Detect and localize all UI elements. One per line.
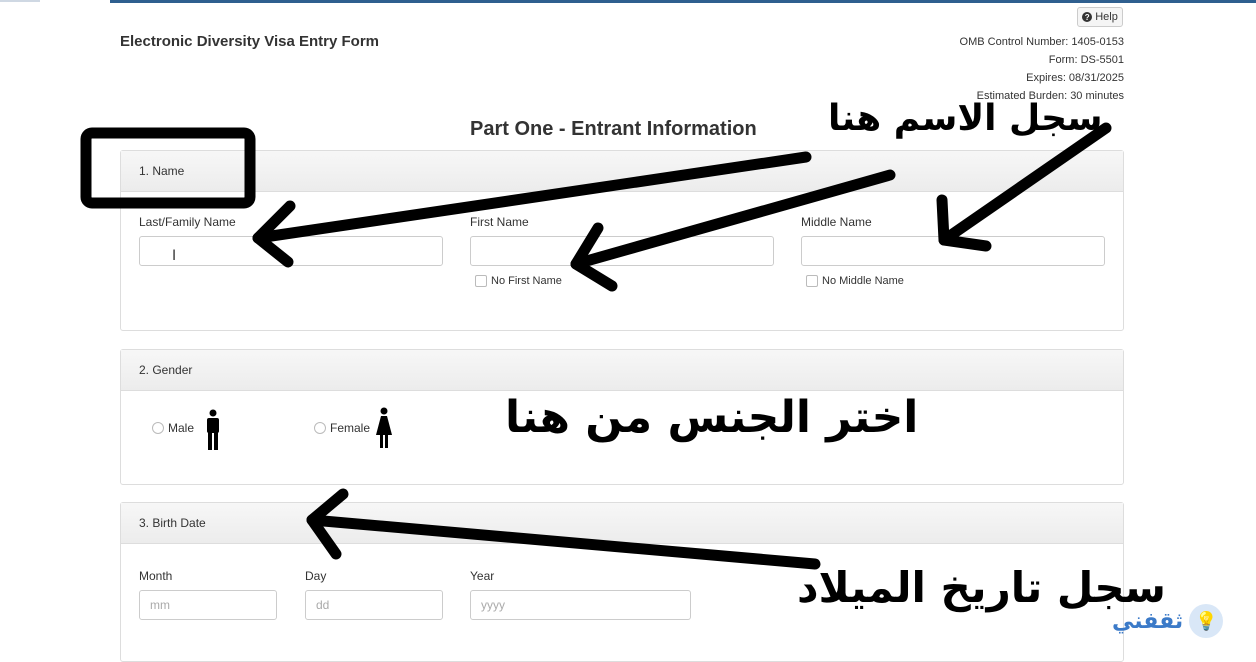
first-name-label: First Name — [470, 215, 529, 229]
male-label: Male — [168, 421, 195, 435]
birth-date-panel-heading: 3. Birth Date — [121, 503, 1123, 544]
year-label: Year — [470, 569, 495, 583]
first-name-input[interactable] — [470, 236, 774, 266]
text-cursor-icon: I — [172, 248, 177, 264]
no-first-name-label: No First Name — [491, 275, 562, 287]
watermark-logo: ثقفني 💡 — [1112, 604, 1224, 638]
year-input[interactable] — [470, 590, 691, 620]
top-accent-bar-left — [0, 0, 40, 2]
birth-date-annotation: سجل تاريخ الميلاد — [797, 563, 1166, 612]
month-input[interactable] — [139, 590, 277, 620]
name-panel-heading: 1. Name — [121, 151, 1123, 192]
watermark-text: ثقفني — [1112, 608, 1184, 634]
day-label: Day — [305, 569, 327, 583]
male-figure-icon — [207, 409, 219, 450]
question-circle-icon: ? — [1082, 12, 1093, 22]
help-button[interactable]: ? Help — [1077, 7, 1123, 27]
form-number: Form: DS-5501 — [1048, 54, 1124, 66]
last-name-input[interactable] — [139, 236, 443, 266]
last-name-label: Last/Family Name — [139, 215, 236, 229]
day-input[interactable] — [305, 590, 443, 620]
no-first-name-checkbox[interactable]: No First Name — [475, 275, 562, 287]
checkbox-box[interactable] — [475, 275, 487, 287]
no-middle-name-label: No Middle Name — [822, 275, 904, 287]
omb-control-number: OMB Control Number: 1405-0153 — [959, 36, 1124, 48]
middle-name-label: Middle Name — [801, 215, 872, 229]
form-title: Electronic Diversity Visa Entry Form — [120, 33, 379, 50]
name-annotation: سجل الاسم هنا — [828, 98, 1103, 139]
female-figure-icon — [376, 407, 392, 448]
radio-button[interactable] — [152, 422, 164, 434]
gender-panel-heading: 2. Gender — [121, 350, 1123, 391]
lightbulb-icon: 💡 — [1189, 604, 1224, 638]
expiration-date: Expires: 08/31/2025 — [1026, 72, 1124, 84]
help-label: Help — [1095, 11, 1118, 23]
radio-button[interactable] — [314, 422, 326, 434]
male-radio[interactable]: Male — [152, 421, 194, 435]
no-middle-name-checkbox[interactable]: No Middle Name — [806, 275, 904, 287]
female-label: Female — [330, 421, 371, 435]
checkbox-box[interactable] — [806, 275, 818, 287]
gender-annotation: اختر الجنس من هنا — [505, 392, 919, 443]
female-radio[interactable]: Female — [314, 421, 370, 435]
top-accent-bar — [110, 0, 1256, 3]
month-label: Month — [139, 569, 173, 583]
middle-name-input[interactable] — [801, 236, 1105, 266]
part-title: Part One - Entrant Information — [470, 118, 757, 140]
